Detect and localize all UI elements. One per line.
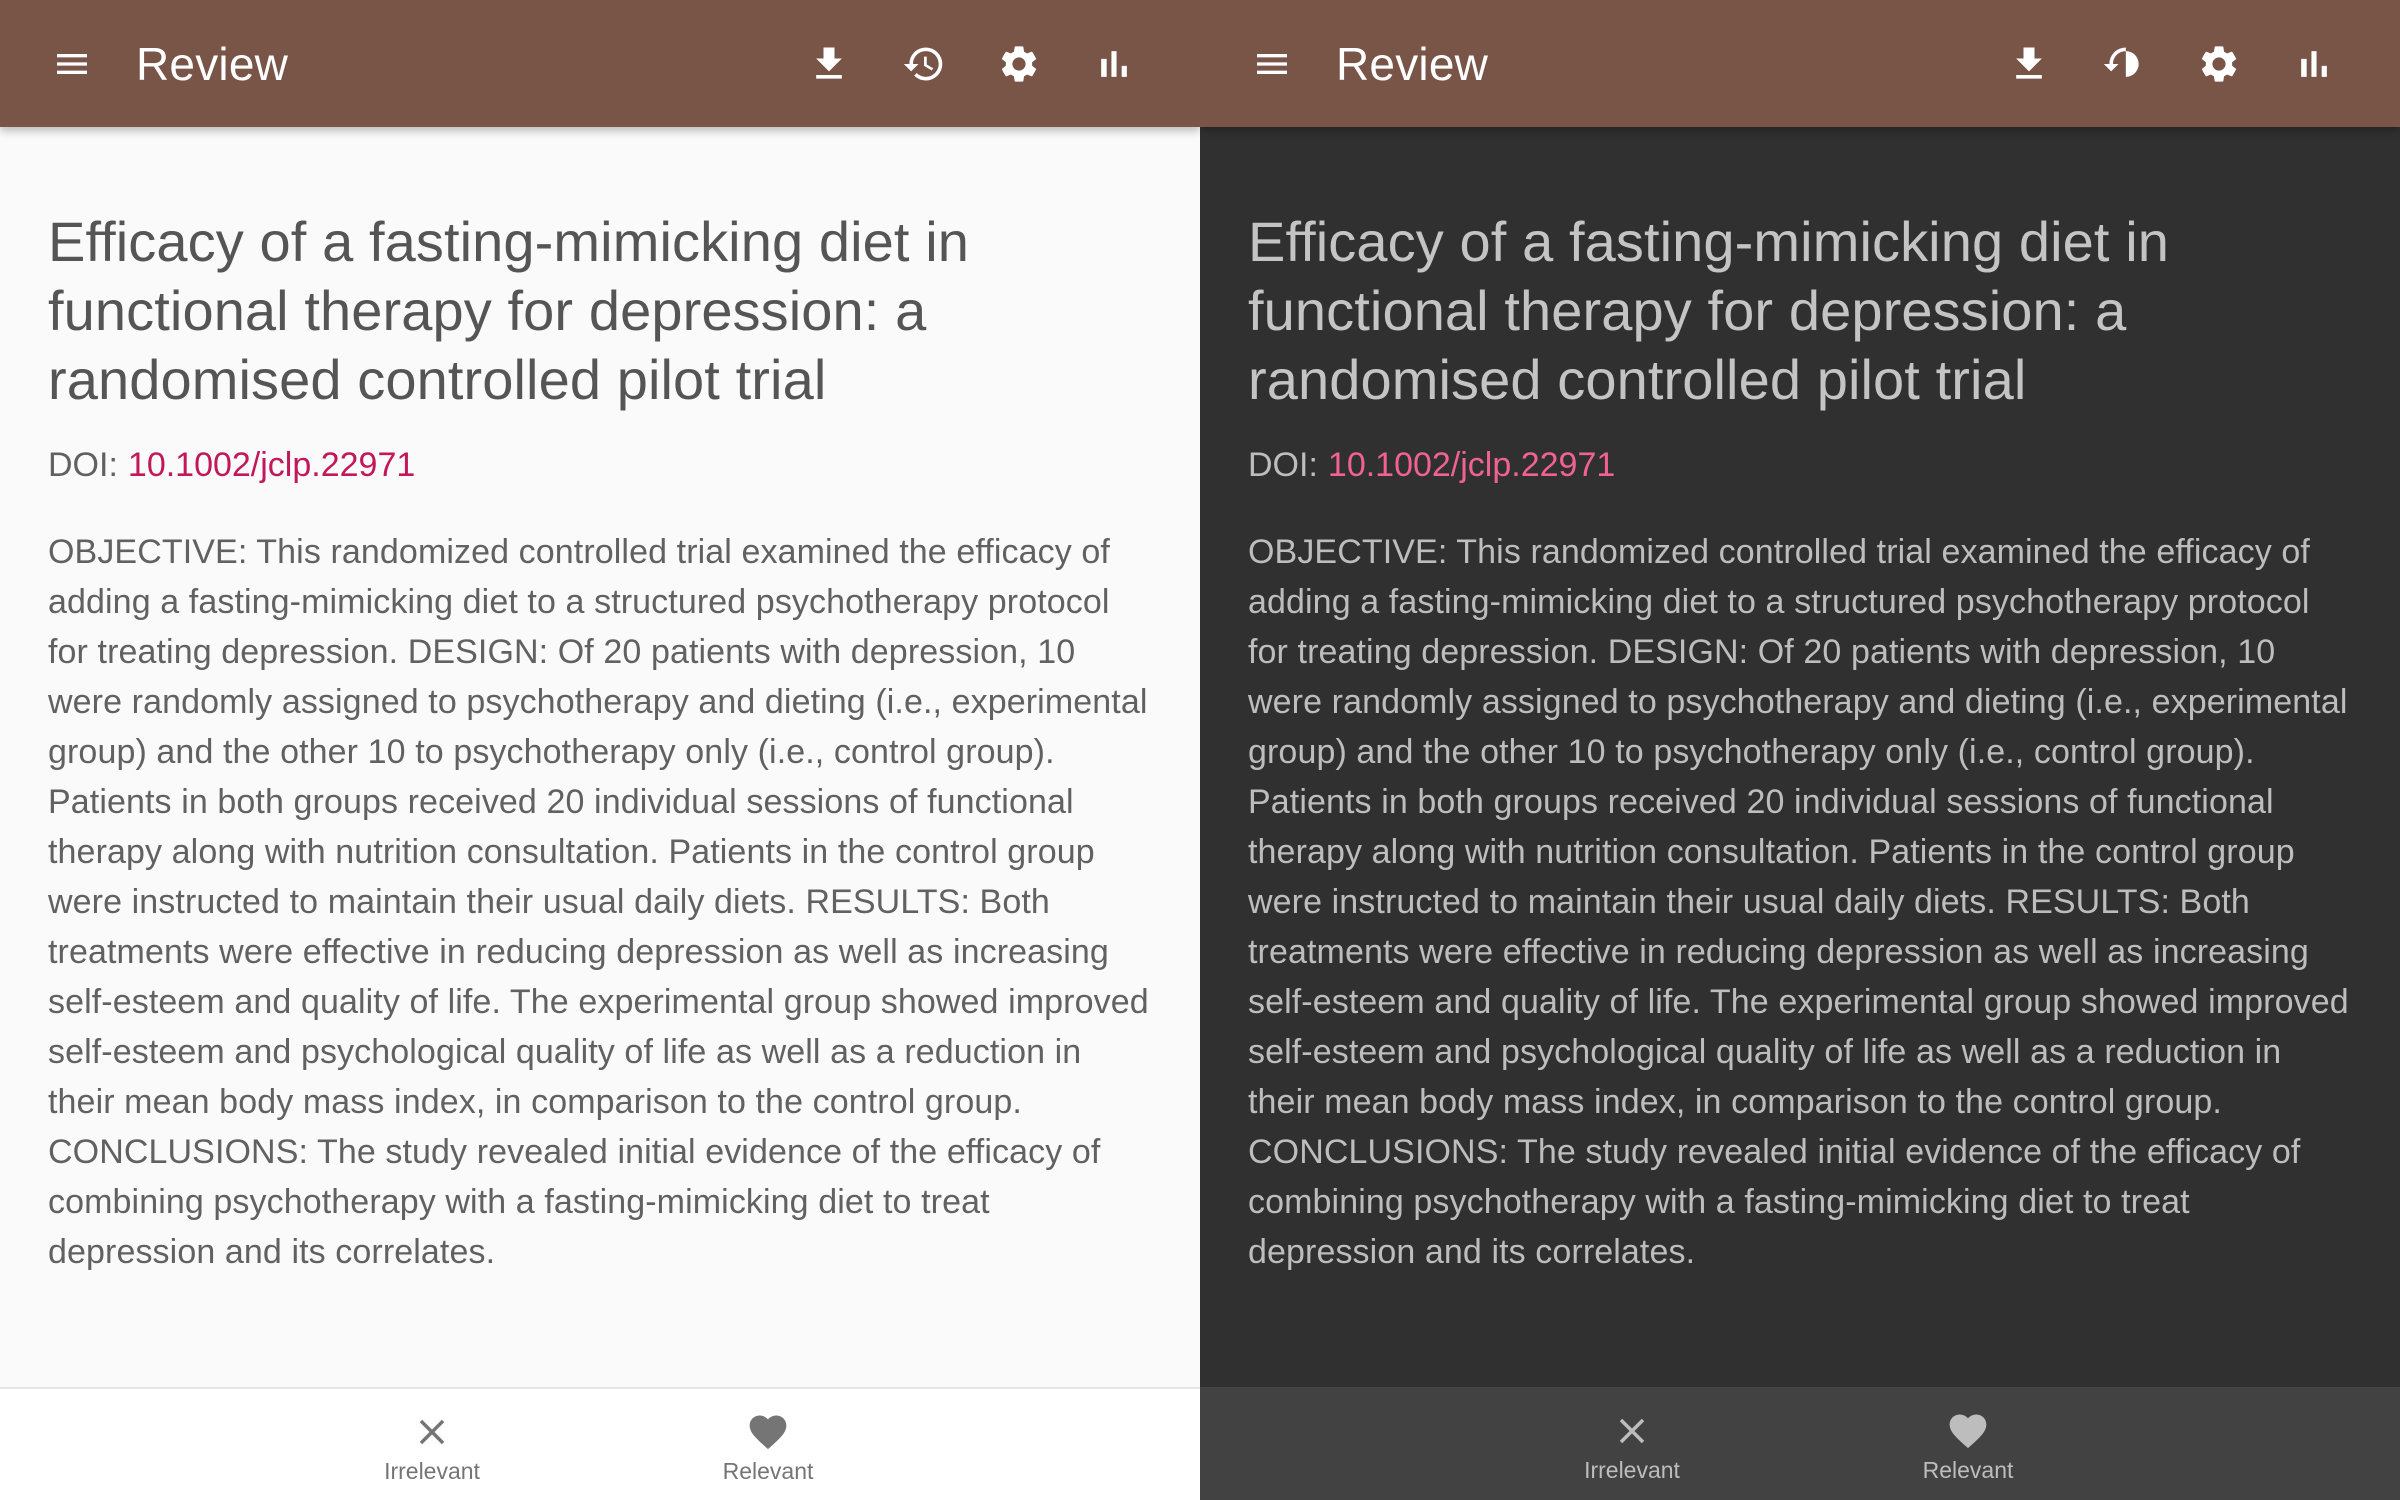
heart-icon: [1946, 1409, 1990, 1453]
download-button[interactable]: [2003, 38, 2055, 90]
article-title: Efficacy of a fasting-mimicking diet in …: [48, 210, 970, 411]
close-icon: [1610, 1409, 1654, 1453]
bottom-navigation: Irrelevant Relevant: [0, 1387, 1200, 1500]
history-button[interactable]: [2098, 38, 2150, 90]
menu-icon: [1257, 53, 1287, 74]
relevant-label: Relevant: [722, 1458, 814, 1484]
review-screen-dark: Review Efficacy of a fasting-mimicking d…: [1200, 0, 2400, 1500]
article-content: Efficacy of a fasting-mimicking diet in …: [1200, 127, 2400, 1387]
irrelevant-button[interactable]: Irrelevant: [264, 1389, 600, 1500]
app-bar-actions: [760, 38, 1140, 90]
doi-line: DOI: 10.1002/jclp.22971: [48, 446, 1152, 485]
settings-icon: [1001, 45, 1037, 82]
screens-container: Review Efficacy of a fasting-mimicking d…: [0, 0, 2400, 1500]
close-icon: [410, 1410, 454, 1454]
app-bar-actions: [1960, 38, 2340, 90]
irrelevant-label: Irrelevant: [1584, 1457, 1680, 1483]
doi-label: DOI:: [1248, 446, 1318, 484]
history-button[interactable]: [898, 38, 950, 90]
article-abstract: OBJECTIVE: This randomized controlled tr…: [1248, 533, 2349, 1271]
irrelevant-button[interactable]: Irrelevant: [1464, 1387, 1800, 1500]
doi-link[interactable]: 10.1002/jclp.22971: [128, 446, 415, 484]
history-icon: [2103, 47, 2139, 77]
app-bar: Review: [0, 0, 1200, 127]
download-button[interactable]: [803, 38, 855, 90]
relevant-button[interactable]: Relevant: [1800, 1387, 2136, 1500]
menu-icon: [57, 53, 87, 74]
statistics-button[interactable]: [2288, 38, 2340, 90]
download-icon: [816, 47, 842, 79]
bar-chart-icon: [1101, 50, 1127, 77]
app-bar: Review: [1200, 0, 2400, 127]
doi-link[interactable]: 10.1002/jclp.22971: [1328, 446, 1615, 484]
download-icon: [2016, 47, 2042, 79]
statistics-button[interactable]: [1088, 38, 1140, 90]
irrelevant-label: Irrelevant: [384, 1458, 480, 1484]
settings-button[interactable]: [2193, 38, 2245, 90]
relevant-button[interactable]: Relevant: [600, 1389, 936, 1500]
bottom-navigation: Irrelevant Relevant: [1200, 1387, 2400, 1500]
history-icon: [903, 47, 943, 81]
doi-label: DOI:: [48, 446, 118, 484]
bar-chart-icon: [2301, 50, 2327, 77]
article-abstract: OBJECTIVE: This randomized controlled tr…: [48, 533, 1149, 1271]
relevant-label: Relevant: [1922, 1457, 2014, 1483]
doi-line: DOI: 10.1002/jclp.22971: [1248, 446, 2352, 485]
article-title: Efficacy of a fasting-mimicking diet in …: [1248, 210, 2170, 411]
article-content: Efficacy of a fasting-mimicking diet in …: [0, 127, 1200, 1387]
menu-button[interactable]: [1246, 38, 1298, 90]
settings-button[interactable]: [993, 38, 1045, 90]
settings-icon: [2201, 45, 2237, 82]
app-bar-title: Review: [1336, 37, 1489, 90]
heart-icon: [746, 1410, 790, 1454]
app-bar-title: Review: [136, 37, 289, 90]
review-screen-light: Review Efficacy of a fasting-mimicking d…: [0, 0, 1200, 1500]
menu-button[interactable]: [46, 38, 98, 90]
